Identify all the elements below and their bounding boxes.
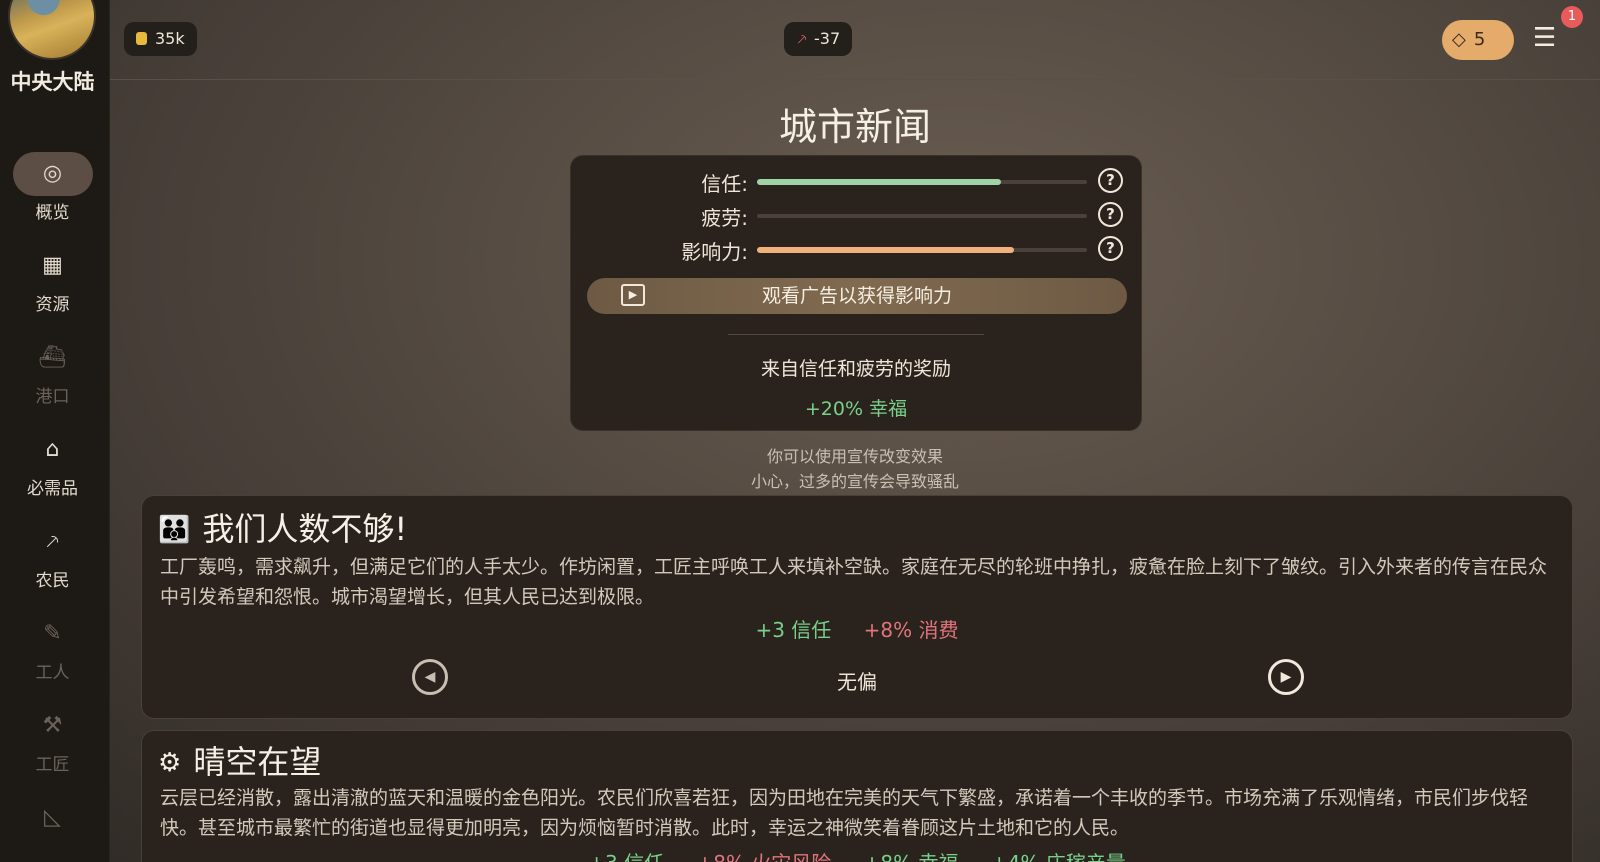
fatigue-row: 疲劳: ?	[571, 200, 1141, 230]
coins-pill[interactable]: 35k	[124, 22, 197, 56]
nav-item-overview[interactable]: ◎ 概览	[0, 152, 105, 223]
coins-value: 35k	[155, 29, 185, 48]
people-icon: 👪	[158, 515, 191, 545]
nav-item-workers[interactable]: ✎ 工人	[0, 612, 105, 683]
influence-row: 影响力: ?	[571, 234, 1141, 264]
gear-icon: ⚙	[158, 748, 182, 778]
divider	[728, 334, 984, 335]
effect-item: +8% 火灾风险	[696, 847, 831, 862]
nav-label: 工人	[35, 663, 70, 683]
next-choice-button[interactable]: ▶	[1268, 659, 1304, 695]
ruler-icon: ◺	[44, 805, 61, 830]
farmer-delta-value: -37	[814, 29, 841, 48]
nav-label: 港口	[35, 387, 70, 407]
trust-label: 信任:	[701, 172, 748, 196]
video-icon: ▶	[621, 284, 645, 306]
farmer-delta-pill[interactable]: ⸕ -37	[784, 22, 853, 56]
news-title-text: 晴空在望	[193, 743, 322, 781]
news-card: 👪 我们人数不够! 工厂轰鸣，需求飙升，但满足它们的人手太少。作坊闲置，工匠主呼唤…	[142, 496, 1572, 718]
region-name: 中央大陆	[10, 70, 95, 94]
nav-label: 农民	[35, 571, 70, 591]
effect-item: +4% 庄稼产量	[991, 847, 1126, 862]
sidebar: 中央大陆 ◎ 概览 ▦ 资源 ⛴ 港口 ⌂ 必需品 ⸕ 农民 ✎ 工人 ⚒ 工匠…	[0, 0, 110, 862]
nav-item-necessities[interactable]: ⌂ 必需品	[0, 428, 105, 499]
news-effects: +3 信任 +8% 火灾风险 +8% 幸福 +4% 庄稼产量	[142, 847, 1572, 862]
watch-ad-label: 观看广告以获得影响力	[761, 285, 952, 307]
effect-item: +3 信任	[588, 847, 664, 862]
top-bar	[110, 0, 1600, 80]
nav-item-farmers[interactable]: ⸕ 农民	[0, 520, 105, 591]
influence-label: 影响力:	[681, 240, 748, 264]
news-body: 工厂轰鸣，需求飙升，但满足它们的人手太少。作坊闲置，工匠主呼唤工人来填补空缺。家…	[160, 556, 1548, 608]
gems-pill[interactable]: ◇ 5	[1442, 20, 1514, 60]
region-avatar[interactable]	[8, 0, 96, 60]
reward-value: +20% 幸福	[804, 398, 908, 420]
nav-item-resources[interactable]: ▦ 资源	[0, 244, 105, 315]
coin-icon	[136, 32, 147, 45]
help-icon[interactable]: ?	[1098, 202, 1123, 227]
news-title: ⚙ 晴空在望	[158, 737, 321, 783]
trust-row: 信任: ?	[571, 166, 1141, 196]
nav-label: 概览	[35, 203, 70, 223]
propaganda-hint: 你可以使用宣传改变效果	[766, 447, 943, 466]
news-effects: +3 信任 +8% 消费	[142, 614, 1572, 643]
warehouse-icon: ▦	[42, 253, 63, 278]
right-arrow-icon: ▶	[1280, 669, 1292, 685]
help-icon[interactable]: ?	[1098, 168, 1123, 193]
news-title-text: 我们人数不够!	[202, 510, 408, 548]
choice-label: 无偏	[837, 670, 877, 694]
sickle-icon: ⸕	[796, 29, 809, 48]
nav-label: 资源	[35, 295, 70, 315]
news-title: 👪 我们人数不够!	[158, 504, 407, 550]
checklist-icon: ☰	[1533, 23, 1557, 53]
sickle-icon: ⸕	[44, 529, 61, 554]
wrench-icon: ✎	[43, 621, 62, 646]
gems-value: 5	[1473, 29, 1486, 50]
gem-icon: ◇	[1452, 29, 1466, 50]
page-title: 城市新闻	[778, 105, 931, 149]
home-icon: ⌂	[45, 437, 60, 462]
effect-item: +8% 消费	[863, 618, 959, 642]
effect-item: +8% 幸福	[864, 847, 959, 862]
fatigue-bar	[757, 214, 1087, 218]
trust-bar	[757, 179, 1087, 185]
news-body: 云层已经消散，露出清澈的蓝天和温暖的金色阳光。农民们欣喜若狂，因为田地在完美的天…	[160, 787, 1529, 839]
help-icon[interactable]: ?	[1098, 236, 1123, 261]
gauge-icon: ◎	[12, 152, 93, 196]
nav-item-craftsmen[interactable]: ⚒ 工匠	[0, 704, 105, 775]
reward-title: 来自信任和疲劳的奖励	[760, 358, 951, 380]
tools-icon: ⚒	[42, 713, 63, 738]
nav-label: 必需品	[27, 479, 78, 499]
influence-bar	[757, 247, 1087, 253]
task-list-button[interactable]: ☰	[1533, 20, 1569, 56]
propaganda-warning: 小心，过多的宣传会导致骚乱	[750, 472, 959, 491]
influence-bar-fill	[757, 247, 1015, 253]
watch-ad-button[interactable]: ▶ 观看广告以获得影响力	[587, 278, 1127, 314]
trust-bar-fill	[757, 179, 1002, 185]
fatigue-label: 疲劳:	[701, 206, 748, 230]
nav-item-more[interactable]: ◺	[0, 796, 105, 840]
task-badge: 1	[1561, 6, 1583, 28]
nav-item-port[interactable]: ⛴ 港口	[0, 336, 105, 407]
effect-item: +3 信任	[755, 618, 832, 642]
nav-label: 工匠	[35, 755, 70, 775]
news-card: ⚙ 晴空在望 云层已经消散，露出清澈的蓝天和温暖的金色阳光。农民们欣喜若狂，因为田…	[142, 731, 1572, 862]
ship-icon: ⛴	[38, 345, 67, 370]
stats-panel: 信任: ? 疲劳: ? 影响力: ? ▶ 观看广告以获得影响力 来自信任和疲劳的…	[571, 156, 1141, 430]
